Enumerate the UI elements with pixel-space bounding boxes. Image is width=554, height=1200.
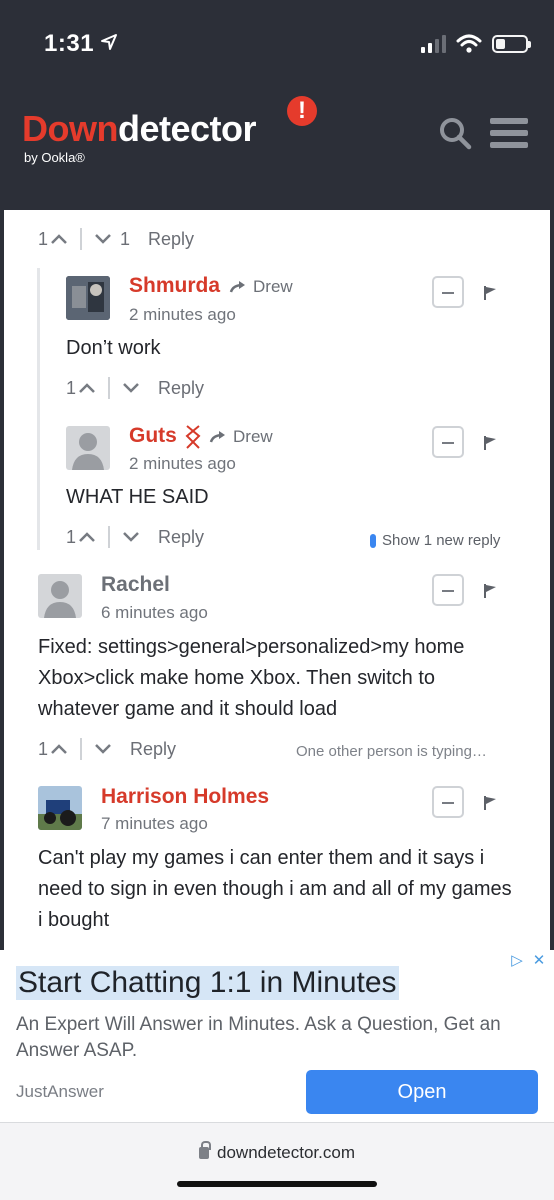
lock-icon <box>199 1141 212 1159</box>
reply-button[interactable]: Reply <box>158 527 204 548</box>
flag-icon[interactable] <box>483 796 497 810</box>
collapse-button[interactable] <box>432 276 464 308</box>
cellular-signal-icon <box>421 35 446 53</box>
ad-choices[interactable]: ▷ ✕ <box>508 952 548 970</box>
logo-detector-text: detector <box>117 108 257 149</box>
logo-down-text: Down <box>22 108 118 149</box>
comment-time: 7 minutes ago <box>101 814 208 833</box>
upvote-chevron-icon[interactable] <box>48 232 70 246</box>
avatar[interactable] <box>66 276 110 320</box>
downvote-count: 1 <box>120 228 131 249</box>
reply-arrow-icon <box>209 431 225 443</box>
reply-to: Drew <box>209 427 273 447</box>
avatar[interactable] <box>38 574 82 618</box>
comment-author[interactable]: Harrison Holmes <box>101 785 269 809</box>
flag-icon[interactable] <box>483 286 497 300</box>
url-text: downdetector.com <box>217 1143 355 1162</box>
upvote-count: 1 <box>38 228 49 249</box>
collapse-button[interactable] <box>432 786 464 818</box>
vote-row: 1 Reply <box>38 738 176 760</box>
status-indicators <box>421 34 531 54</box>
close-ad-icon[interactable]: ✕ <box>530 952 548 970</box>
avatar[interactable] <box>38 786 82 830</box>
upvote-count: 1 <box>38 738 49 759</box>
comment-text: WHAT HE SAID <box>66 486 209 508</box>
downvote-chevron-icon[interactable] <box>120 530 142 544</box>
hamburger-menu-icon[interactable] <box>490 118 528 148</box>
comment-author[interactable]: Shmurda <box>129 274 220 298</box>
downvote-chevron-icon[interactable] <box>92 742 114 756</box>
battery-icon <box>492 35 531 53</box>
browser-address-bar[interactable]: downdetector.com <box>0 1122 554 1200</box>
avatar[interactable] <box>66 426 110 470</box>
ad-open-button[interactable]: Open <box>306 1070 538 1114</box>
ad-title[interactable]: Start Chatting 1:1 in Minutes <box>16 966 399 1000</box>
comment-text: Can't play my games i can enter them and… <box>38 847 512 931</box>
collapse-button[interactable] <box>432 426 464 458</box>
upvote-chevron-icon[interactable] <box>48 742 70 756</box>
comment-author[interactable]: Guts <box>129 424 177 448</box>
show-new-reply-button[interactable]: Show 1 new reply <box>370 532 500 549</box>
location-arrow-icon <box>101 34 117 50</box>
rune-badge-icon <box>185 425 201 449</box>
flag-icon[interactable] <box>483 584 497 598</box>
upvote-count: 1 <box>66 377 77 398</box>
logo-byline: by Ookla® <box>24 150 85 165</box>
downvote-chevron-icon[interactable] <box>120 381 142 395</box>
thread-line <box>37 268 40 550</box>
reply-to-name[interactable]: Drew <box>253 277 293 297</box>
comment-time: 2 minutes ago <box>129 454 236 473</box>
flag-icon[interactable] <box>483 436 497 450</box>
vote-row: 1 Reply <box>66 526 204 548</box>
reply-to-name[interactable]: Drew <box>233 427 273 447</box>
comment-author[interactable]: Rachel <box>101 573 170 597</box>
status-time: 1:31 <box>44 30 95 57</box>
show-new-reply-label: Show 1 new reply <box>382 532 501 549</box>
vote-row: 1 Reply <box>66 377 204 399</box>
upvote-chevron-icon[interactable] <box>76 530 98 544</box>
reply-to: Drew <box>229 277 293 297</box>
comment-time: 2 minutes ago <box>129 305 236 324</box>
downvote-chevron-icon[interactable] <box>92 232 114 246</box>
typing-indicator: One other person is typing… <box>296 743 487 760</box>
comments-section: 1 1 Reply Shmurda Drew 2 minutes ago Don… <box>0 210 554 950</box>
logo-exclamation-icon: ! <box>287 96 317 126</box>
ad-description: An Expert Will Answer in Minutes. Ask a … <box>16 1014 501 1061</box>
comment-time: 6 minutes ago <box>101 603 208 622</box>
reply-button[interactable]: Reply <box>130 739 176 760</box>
url-display[interactable]: downdetector.com <box>0 1141 554 1163</box>
ad-brand: JustAnswer <box>16 1082 104 1101</box>
comment-text: Don’t work <box>66 337 161 359</box>
reply-arrow-icon <box>229 281 245 293</box>
vote-row: 1 1 Reply <box>38 228 194 250</box>
reply-button[interactable]: Reply <box>148 229 194 250</box>
new-reply-indicator <box>370 533 376 548</box>
upvote-count: 1 <box>66 526 77 547</box>
advertisement[interactable]: ▷ ✕ Start Chatting 1:1 in Minutes An Exp… <box>0 950 554 1122</box>
comment-text: Fixed: settings>general>personalized>my … <box>38 636 465 720</box>
search-icon[interactable] <box>438 116 472 150</box>
app-header: 1:31 Downdetector ! by Ookla® <box>0 0 554 210</box>
wifi-icon <box>456 34 482 53</box>
downdetector-logo[interactable]: Downdetector <box>22 108 257 150</box>
reply-button[interactable]: Reply <box>158 378 204 399</box>
home-indicator[interactable] <box>177 1181 377 1187</box>
collapse-button[interactable] <box>432 574 464 606</box>
adchoices-icon[interactable]: ▷ <box>508 952 526 970</box>
upvote-chevron-icon[interactable] <box>76 381 98 395</box>
